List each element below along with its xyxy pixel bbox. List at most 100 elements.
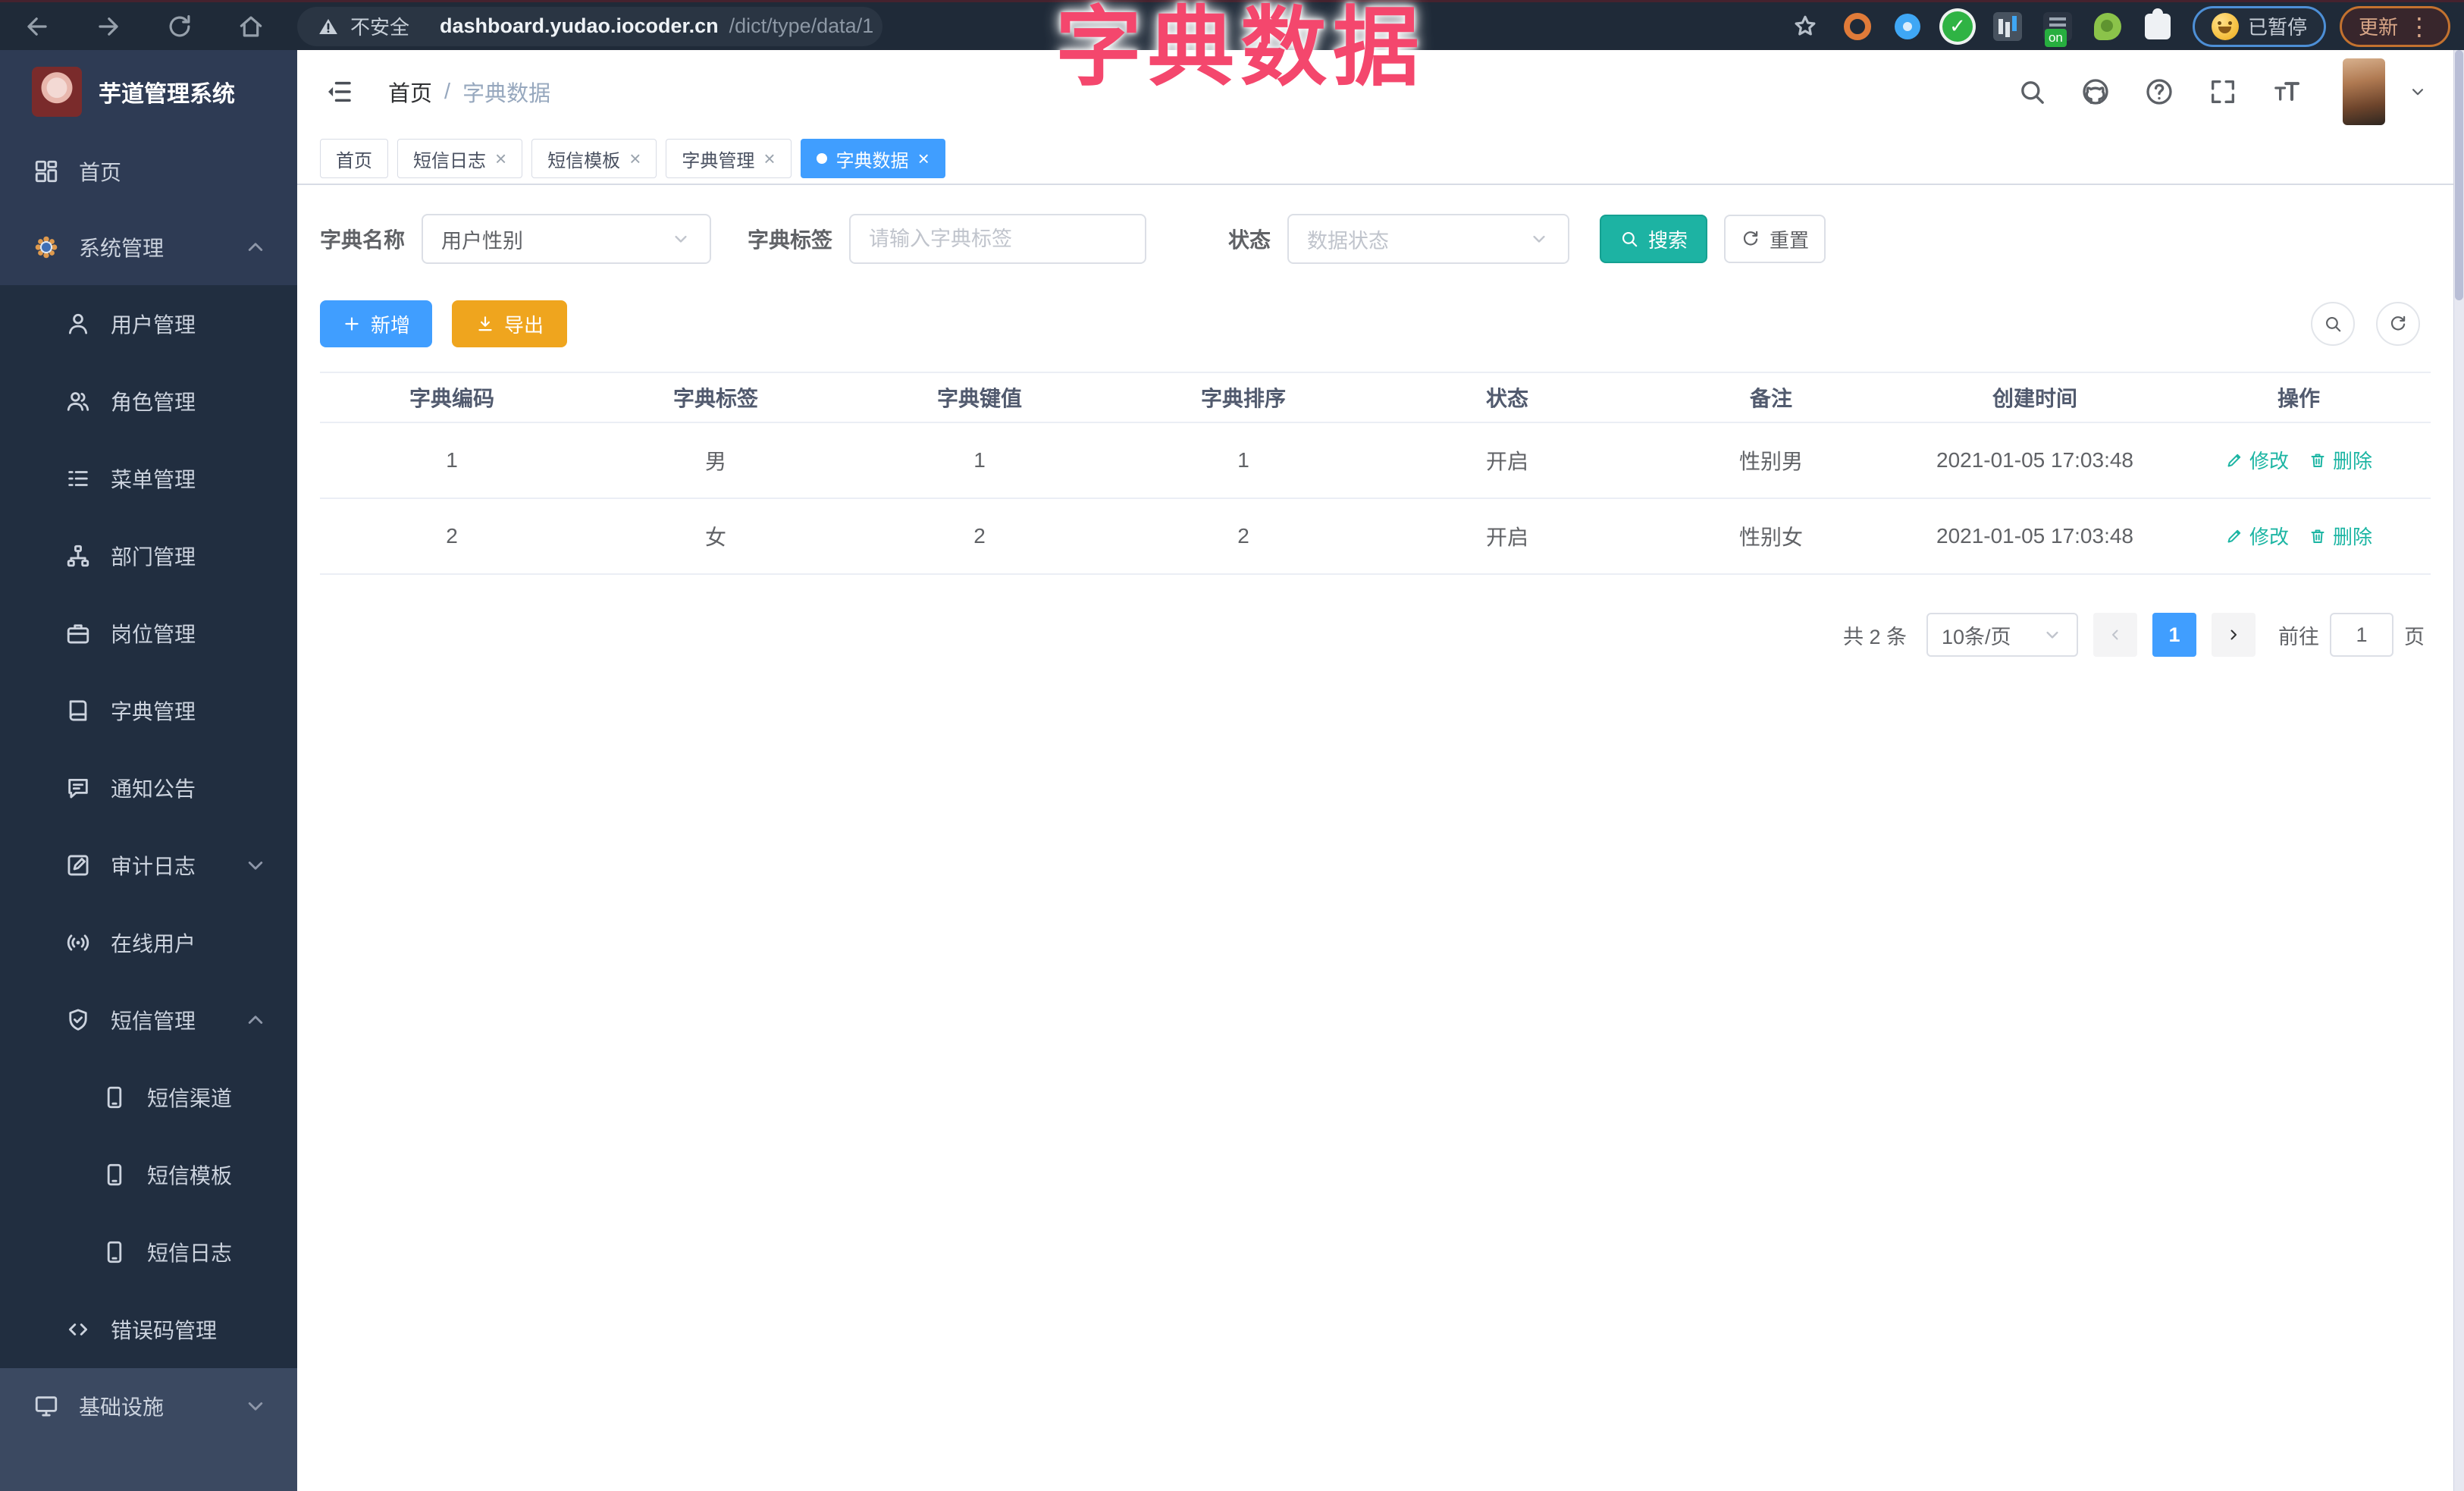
sidebar-item-label: 菜单管理	[111, 463, 196, 494]
status-select[interactable]: 数据状态	[1287, 214, 1569, 264]
delete-link[interactable]: 删除	[2309, 522, 2372, 550]
sidebar-item-audit-log[interactable]: 审计日志	[0, 827, 297, 904]
app-logo[interactable]: 芋道管理系统	[0, 50, 297, 133]
edit-square-icon	[65, 852, 91, 878]
goto-label: 前往	[2278, 620, 2319, 650]
close-icon[interactable]: ×	[918, 149, 929, 168]
back-icon[interactable]	[23, 12, 52, 41]
prev-page-button[interactable]	[2093, 613, 2137, 657]
table-cell: 开启	[1375, 498, 1639, 574]
page-size-select[interactable]: 10条/页	[1926, 613, 2078, 657]
chevron-down-icon[interactable]	[2408, 82, 2428, 102]
sidebar-item-menus[interactable]: 菜单管理	[0, 440, 297, 517]
sidebar-item-sms-template[interactable]: 短信模板	[0, 1136, 297, 1213]
ext-blue-drop-icon[interactable]	[1891, 10, 1924, 43]
dict-name-select[interactable]: 用户性别	[422, 214, 711, 264]
reset-button[interactable]: 重置	[1724, 215, 1826, 263]
bookmark-star-icon[interactable]	[1791, 12, 1820, 41]
edit-link[interactable]: 修改	[2225, 522, 2289, 550]
next-page-button[interactable]	[2212, 613, 2256, 657]
tab-字典管理[interactable]: 字典管理×	[666, 139, 791, 178]
table-cell: 1	[848, 422, 1111, 498]
sidebar-item-roles[interactable]: 角色管理	[0, 363, 297, 440]
paused-label: 已暂停	[2248, 12, 2307, 40]
briefcase-icon	[65, 620, 91, 646]
update-button[interactable]: 更新 ⋮	[2340, 6, 2450, 47]
tags-view-bar: 首页短信日志×短信模板×字典管理×字典数据×	[297, 133, 2453, 185]
edit-link[interactable]: 修改	[2225, 446, 2289, 474]
phone-icon	[102, 1239, 127, 1265]
avatar[interactable]	[2343, 58, 2385, 125]
refresh-table-button[interactable]	[2376, 302, 2420, 346]
ext-green-check-icon[interactable]: ✓	[1941, 10, 1974, 43]
ext-orange-ring-icon[interactable]	[1841, 10, 1874, 43]
page-content: 字典名称 用户性别 字典标签 状态 数据状态 搜索 重置	[297, 187, 2453, 1491]
sidebar-item-system[interactable]: 系统管理	[0, 209, 297, 285]
toggle-search-button[interactable]	[2311, 302, 2355, 346]
page-scrollbar[interactable]	[2453, 50, 2464, 1491]
tab-短信模板[interactable]: 短信模板 ×	[531, 139, 657, 178]
font-size-icon[interactable]	[2271, 77, 2302, 107]
gear-icon	[33, 234, 59, 260]
ext-onetab-icon[interactable]	[2041, 10, 2074, 43]
sidebar-item-depts[interactable]: 部门管理	[0, 517, 297, 595]
chevron-down-icon	[243, 1393, 268, 1419]
close-icon[interactable]: ×	[763, 149, 775, 168]
tab-字典数据[interactable]: 字典数据×	[801, 139, 945, 178]
tab-label: 短信模板	[547, 146, 620, 172]
sidebar-item-online-users[interactable]: 在线用户	[0, 904, 297, 981]
profile-paused-badge[interactable]: 已暂停	[2193, 6, 2326, 47]
ext-stats-icon[interactable]	[1991, 10, 2024, 43]
page-number-button[interactable]: 1	[2152, 613, 2196, 657]
chevron-right-icon	[2224, 626, 2243, 644]
export-button[interactable]: 导出	[452, 300, 567, 347]
reload-icon[interactable]	[165, 12, 194, 41]
scrollbar-thumb[interactable]	[2455, 50, 2463, 300]
delete-link[interactable]: 删除	[2309, 446, 2372, 474]
sidebar-item-sms[interactable]: 短信管理	[0, 981, 297, 1059]
system-submenu: 用户管理角色管理菜单管理部门管理岗位管理字典管理通知公告审计日志在线用户短信管理…	[0, 285, 297, 1368]
fullscreen-icon[interactable]	[2208, 77, 2238, 107]
table-cell: 男	[584, 422, 848, 498]
breadcrumb-home[interactable]: 首页	[388, 76, 432, 108]
close-icon[interactable]: ×	[495, 149, 506, 168]
github-icon[interactable]	[2080, 77, 2111, 107]
ext-leaf-icon[interactable]	[2091, 10, 2124, 43]
ext-puzzle-icon[interactable]	[2141, 10, 2174, 43]
forward-icon[interactable]	[94, 12, 123, 41]
dict-tag-input[interactable]	[869, 228, 1127, 251]
column-header: 操作	[2167, 372, 2431, 422]
tab-短信日志[interactable]: 短信日志×	[397, 139, 522, 178]
url-host: dashboard.yudao.iocoder.cn	[440, 14, 719, 38]
dict-tag-label: 字典标签	[748, 224, 832, 254]
sidebar-item-home[interactable]: 首页	[0, 133, 297, 209]
tab-首页[interactable]: 首页	[320, 139, 388, 178]
book-icon	[65, 698, 91, 724]
goto-page-input[interactable]	[2330, 613, 2393, 657]
sidebar-item-posts[interactable]: 岗位管理	[0, 595, 297, 672]
tree-icon	[65, 543, 91, 569]
monitor-icon	[33, 1393, 59, 1419]
sidebar-item-sms-log[interactable]: 短信日志	[0, 1213, 297, 1291]
add-button-label: 新增	[371, 310, 410, 338]
kebab-menu-icon[interactable]: ⋮	[2407, 14, 2431, 39]
home-icon[interactable]	[237, 12, 265, 41]
close-icon[interactable]: ×	[629, 149, 641, 168]
sidebar-item-infra[interactable]: 基础设施	[0, 1368, 297, 1444]
address-bar[interactable]: 不安全 dashboard.yudao.iocoder.cn/dict/type…	[297, 7, 882, 46]
refresh-icon	[1741, 229, 1760, 249]
search-icon[interactable]	[2017, 77, 2047, 107]
table-row: 2女22开启性别女2021-01-05 17:03:48修改删除	[320, 498, 2431, 574]
sidebar-item-error-code[interactable]: 错误码管理	[0, 1291, 297, 1368]
sidebar-item-users[interactable]: 用户管理	[0, 285, 297, 363]
help-icon[interactable]	[2144, 77, 2174, 107]
sidebar-fold-icon[interactable]	[323, 76, 355, 108]
sidebar-item-notice[interactable]: 通知公告	[0, 749, 297, 827]
add-button[interactable]: 新增	[320, 300, 432, 347]
sidebar-item-dict[interactable]: 字典管理	[0, 672, 297, 749]
column-header: 创建时间	[1903, 372, 2167, 422]
shield-icon	[65, 1007, 91, 1033]
sidebar-item-sms-channel[interactable]: 短信渠道	[0, 1059, 297, 1136]
search-button[interactable]: 搜索	[1600, 215, 1707, 263]
breadcrumb: 首页 / 字典数据	[388, 76, 550, 108]
